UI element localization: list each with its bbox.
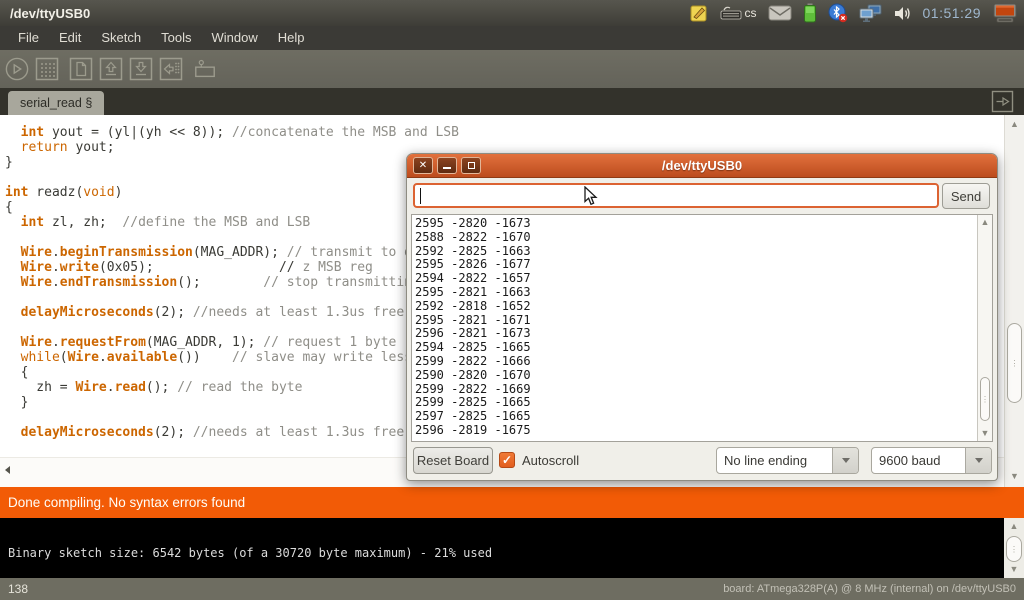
- upload-button[interactable]: [159, 57, 183, 81]
- save-sketch-button[interactable]: [129, 57, 153, 81]
- serial-line: 2597 -2825 -1665: [415, 410, 977, 424]
- console-output: Binary sketch size: 6542 bytes (of a 307…: [8, 546, 492, 560]
- clock[interactable]: 01:51:29: [923, 5, 982, 21]
- console-vertical-scrollbar[interactable]: ▲ ⋮ ▼: [1004, 518, 1024, 578]
- stop-button[interactable]: [35, 57, 59, 81]
- minimize-icon[interactable]: [437, 157, 457, 174]
- menu-file[interactable]: File: [8, 26, 49, 50]
- tab-label: serial_read §: [20, 96, 92, 110]
- serial-send-row: Send: [407, 178, 997, 214]
- menu-bar: FileEditSketchToolsWindowHelp: [0, 26, 1024, 50]
- serial-line: 2592 -2825 -1663: [415, 245, 977, 259]
- autoscroll-checkbox[interactable]: ✓: [499, 452, 515, 468]
- serial-line: 2595 -2821 -1663: [415, 286, 977, 300]
- tab-menu-icon[interactable]: [991, 90, 1014, 118]
- send-button-label: Send: [951, 189, 981, 204]
- serial-monitor-titlebar[interactable]: /dev/ttyUSB0 ✕: [407, 154, 997, 178]
- serial-monitor-window: /dev/ttyUSB0 ✕ Send 2595 -2820 -16732588…: [406, 153, 998, 481]
- serial-scrollbar[interactable]: ▲ ⋮ ▼: [977, 215, 992, 441]
- scroll-down-icon[interactable]: ▼: [1004, 565, 1024, 574]
- reset-board-button[interactable]: Reset Board: [413, 447, 493, 474]
- serial-scrollbar-thumb[interactable]: ⋮: [980, 377, 990, 421]
- scroll-left-icon[interactable]: [5, 466, 10, 474]
- line-ending-value: No line ending: [717, 448, 832, 473]
- open-sketch-button[interactable]: [99, 57, 123, 81]
- serial-output-text: 2595 -2820 -16732588 -2822 -16702592 -28…: [412, 215, 977, 441]
- chevron-down-icon[interactable]: [965, 448, 991, 473]
- send-button[interactable]: Send: [942, 183, 990, 209]
- new-sketch-button[interactable]: [69, 57, 93, 81]
- serial-line: 2596 -2819 -1675: [415, 424, 977, 438]
- scroll-up-icon[interactable]: ▲: [1004, 522, 1024, 531]
- chevron-down-icon[interactable]: [832, 448, 858, 473]
- mouse-cursor: [584, 186, 598, 211]
- bluetooth-icon[interactable]: [828, 3, 848, 23]
- line-ending-dropdown[interactable]: No line ending: [716, 447, 859, 474]
- scroll-down-icon[interactable]: ▼: [978, 429, 992, 438]
- serial-line: 2595 -2821 -1671: [415, 314, 977, 328]
- scroll-down-icon[interactable]: ▼: [1005, 472, 1024, 481]
- window-title: /dev/ttyUSB0: [0, 6, 90, 21]
- editor-vertical-scrollbar[interactable]: ▲ ⋮ ▼: [1004, 115, 1024, 487]
- tab-bar: serial_read §: [0, 88, 1024, 115]
- verify-button[interactable]: [5, 57, 29, 81]
- serial-line: 2599 -2822 -1666: [415, 355, 977, 369]
- desktop: /dev/ttyUSB0 cs 01:5: [0, 0, 1024, 600]
- line-number: 138: [8, 582, 28, 596]
- serial-line: 2588 -2822 -1670: [415, 231, 977, 245]
- serial-line: 2595 -2826 -1677: [415, 258, 977, 272]
- keyboard-layout-label: cs: [745, 6, 757, 20]
- serial-monitor-controls: Reset Board ✓ Autoscroll No line ending …: [407, 442, 997, 480]
- toolbar: [0, 50, 1024, 88]
- serial-line: 2594 -2822 -1657: [415, 272, 977, 286]
- compile-status-message: Done compiling. No syntax errors found: [0, 495, 245, 510]
- serial-line: 2595 -2820 -1673: [415, 217, 977, 231]
- autoscroll-label: Autoscroll: [522, 453, 579, 468]
- text-caret: [420, 188, 421, 204]
- menu-tools[interactable]: Tools: [151, 26, 201, 50]
- close-icon[interactable]: ✕: [413, 157, 433, 174]
- baud-rate-value: 9600 baud: [872, 448, 965, 473]
- serial-output-box[interactable]: 2595 -2820 -16732588 -2822 -16702592 -28…: [411, 214, 993, 442]
- volume-icon[interactable]: [894, 5, 912, 22]
- code-line: int yout = (yl|(yh << 8)); //concatenate…: [5, 125, 1004, 140]
- serial-line: 2599 -2822 -1669: [415, 383, 977, 397]
- battery-icon[interactable]: [803, 3, 817, 23]
- window-controls: ✕: [413, 157, 481, 174]
- serial-line: 2590 -2820 -1670: [415, 369, 977, 383]
- editor-scrollbar-thumb[interactable]: ⋮: [1007, 323, 1022, 403]
- serial-monitor-button[interactable]: [193, 57, 217, 81]
- scroll-up-icon[interactable]: ▲: [1005, 120, 1024, 129]
- reset-board-label: Reset Board: [417, 453, 489, 468]
- menu-edit[interactable]: Edit: [49, 26, 91, 50]
- top-panel: /dev/ttyUSB0 cs 01:5: [0, 0, 1024, 26]
- board-info: board: ATmega328P(A) @ 8 MHz (internal) …: [723, 583, 1016, 595]
- compile-status-bar: Done compiling. No syntax errors found: [0, 487, 1024, 518]
- menu-sketch[interactable]: Sketch: [91, 26, 151, 50]
- serial-line: 2592 -2818 -1652: [415, 300, 977, 314]
- note-icon[interactable]: [690, 4, 709, 23]
- mail-icon[interactable]: [768, 5, 792, 21]
- network-icon[interactable]: [859, 4, 883, 23]
- maximize-icon[interactable]: [461, 157, 481, 174]
- session-monitor-icon[interactable]: [992, 3, 1018, 24]
- tab-serial-read[interactable]: serial_read §: [8, 91, 104, 115]
- system-tray: cs 01:51:29: [690, 0, 1023, 26]
- console-scrollbar-thumb[interactable]: ⋮: [1006, 536, 1022, 562]
- scroll-up-icon[interactable]: ▲: [978, 218, 992, 227]
- serial-monitor-title: /dev/ttyUSB0: [407, 154, 997, 178]
- menu-window[interactable]: Window: [201, 26, 267, 50]
- serial-line: 2599 -2825 -1665: [415, 396, 977, 410]
- menu-help[interactable]: Help: [268, 26, 315, 50]
- serial-input[interactable]: [413, 183, 939, 208]
- serial-line: 2596 -2821 -1673: [415, 327, 977, 341]
- keyboard-layout-icon[interactable]: cs: [720, 6, 757, 20]
- build-console: Binary sketch size: 6542 bytes (of a 307…: [0, 518, 1024, 578]
- status-bar: 138 board: ATmega328P(A) @ 8 MHz (intern…: [0, 578, 1024, 600]
- serial-line: 2594 -2825 -1665: [415, 341, 977, 355]
- baud-rate-dropdown[interactable]: 9600 baud: [871, 447, 992, 474]
